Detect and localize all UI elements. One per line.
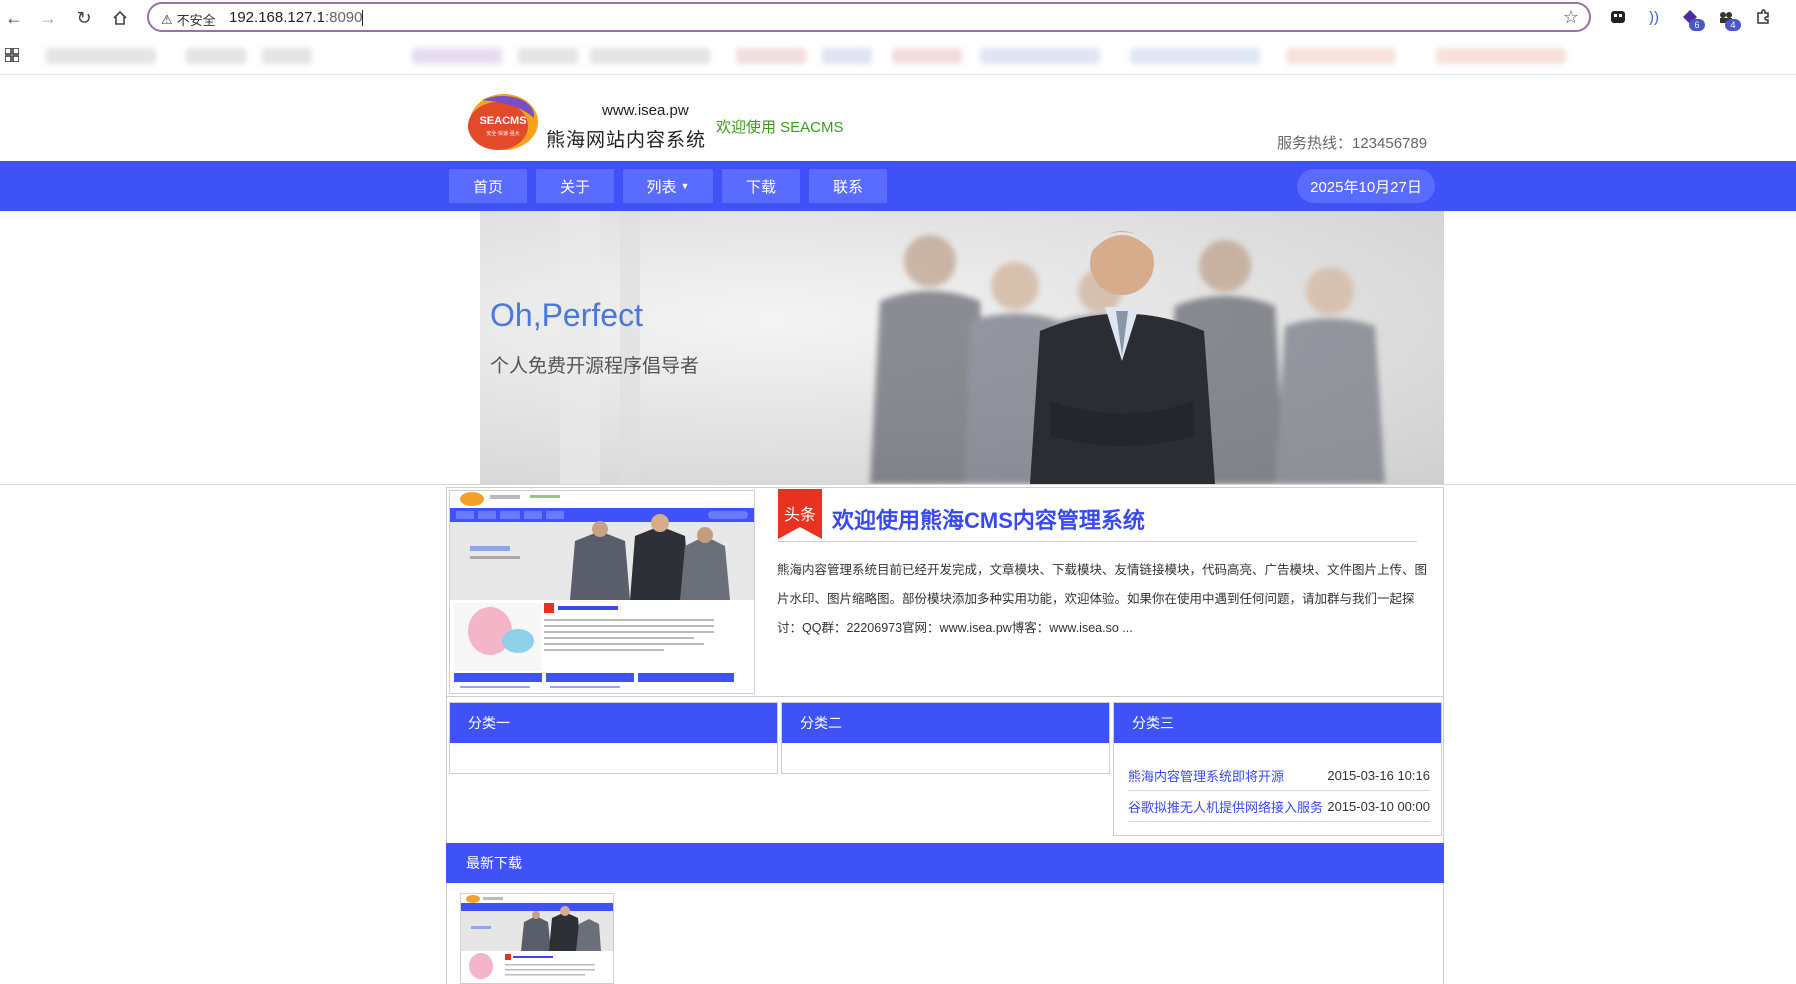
warning-icon: ⚠ [161,11,173,27]
bookmark-item[interactable] [980,48,1100,64]
hero-banner: Oh,Perfect 个人免费开源程序倡导者 [0,211,1796,485]
latest-downloads-header: 最新下载 [446,843,1444,883]
extension-icon[interactable]: 4 [1715,6,1741,31]
bookmark-item[interactable] [736,48,806,64]
banner-image [480,211,1444,484]
current-date: 2025年10月27日 [1297,169,1435,203]
nav-list-dropdown[interactable]: 列表 ▼ [623,169,713,203]
category-panel-1: 分类一 [449,702,778,774]
bookmark-item[interactable] [1286,48,1396,64]
reload-icon[interactable]: ↻ [70,4,98,32]
bookmark-item[interactable] [590,48,710,64]
address-bar[interactable]: ⚠ 不安全 192.168.127.1:8090 ☆ [147,2,1591,32]
home-icon[interactable] [106,4,134,32]
bookmark-item[interactable] [518,48,578,64]
bookmark-item[interactable] [1436,48,1566,64]
back-icon[interactable]: ← [0,4,28,32]
article-link[interactable]: 谷歌拟推无人机提供网络接入服务 [1128,797,1323,816]
category-panel-3: 分类三 熊海内容管理系统即将开源 2015-03-16 10:16 谷歌拟推无人… [1113,702,1442,836]
site-url: www.isea.pw [602,102,689,119]
list-item: 谷歌拟推无人机提供网络接入服务 2015-03-10 00:00 [1128,791,1430,822]
article-time: 2015-03-10 00:00 [1327,798,1430,814]
list-item: 熊海内容管理系统即将开源 2015-03-16 10:16 [1128,760,1430,791]
site-logo[interactable]: SEACMS 安全·快速·强大 [468,92,538,152]
forward-icon[interactable]: → [34,4,62,32]
category-title[interactable]: 分类二 [782,703,1109,743]
extension-icon[interactable] [1607,6,1629,28]
nav-list-label: 列表 [646,178,677,196]
headline-divider [778,541,1417,542]
bookmark-item[interactable] [262,48,312,64]
nav-home[interactable]: 首页 [449,169,527,203]
apps-grid-icon[interactable] [4,47,20,67]
caret-down-icon: ▼ [680,181,690,191]
bookmark-item[interactable] [46,48,156,64]
bookmark-item[interactable] [186,48,246,64]
bookmark-star-icon[interactable]: ☆ [1563,7,1579,28]
main-nav: 首页 关于 列表 ▼ 下载 联系 2025年10月27日 [0,161,1796,211]
browser-toolbar: ← → ↻ ⚠ 不安全 192.168.127.1:8090 ☆ )) 6 4 [0,0,1796,36]
category-panel-2: 分类二 [781,702,1110,774]
site-name: 熊海网站内容系统 [546,130,707,151]
category-title[interactable]: 分类一 [450,703,777,743]
url-text[interactable]: 192.168.127.1:8090 [229,9,364,27]
translate-extension-icon[interactable]: )) [1643,6,1665,28]
puzzle-icon[interactable] [1752,6,1774,28]
nav-download[interactable]: 下载 [722,169,800,203]
welcome-text: 欢迎使用 SEACMS [716,119,844,136]
bookmarks-bar [0,38,1796,75]
extension-icon[interactable]: 6 [1679,6,1705,31]
banner-slogan: Oh,Perfect [490,297,643,333]
headline-description: 熊海内容管理系统目前已经开发完成，文章模块、下载模块、友情链接模块，代码高亮、广… [777,563,1428,635]
nav-about[interactable]: 关于 [536,169,614,203]
bookmark-item[interactable] [822,48,872,64]
headline-thumbnail[interactable] [449,490,755,694]
article-time: 2015-03-16 10:16 [1327,767,1430,783]
download-thumbnail[interactable] [460,893,614,984]
svg-text:安全·快速·强大: 安全·快速·强大 [486,130,519,137]
bookmark-item[interactable] [412,48,502,64]
banner-subtitle: 个人免费开源程序倡导者 [490,356,700,377]
headline-title[interactable]: 欢迎使用熊海CMS内容管理系统 [832,503,1145,535]
article-link[interactable]: 熊海内容管理系统即将开源 [1128,766,1284,785]
category-title[interactable]: 分类三 [1114,703,1441,743]
headline-tag: 头条 [784,507,817,524]
service-hotline: 服务热线：123456789 [1277,135,1428,152]
bookmark-item[interactable] [892,48,962,64]
svg-text:SEACMS: SEACMS [479,115,526,127]
nav-contact[interactable]: 联系 [809,169,887,203]
bookmark-item[interactable] [1130,48,1260,64]
security-indicator[interactable]: ⚠ 不安全 [161,10,216,29]
